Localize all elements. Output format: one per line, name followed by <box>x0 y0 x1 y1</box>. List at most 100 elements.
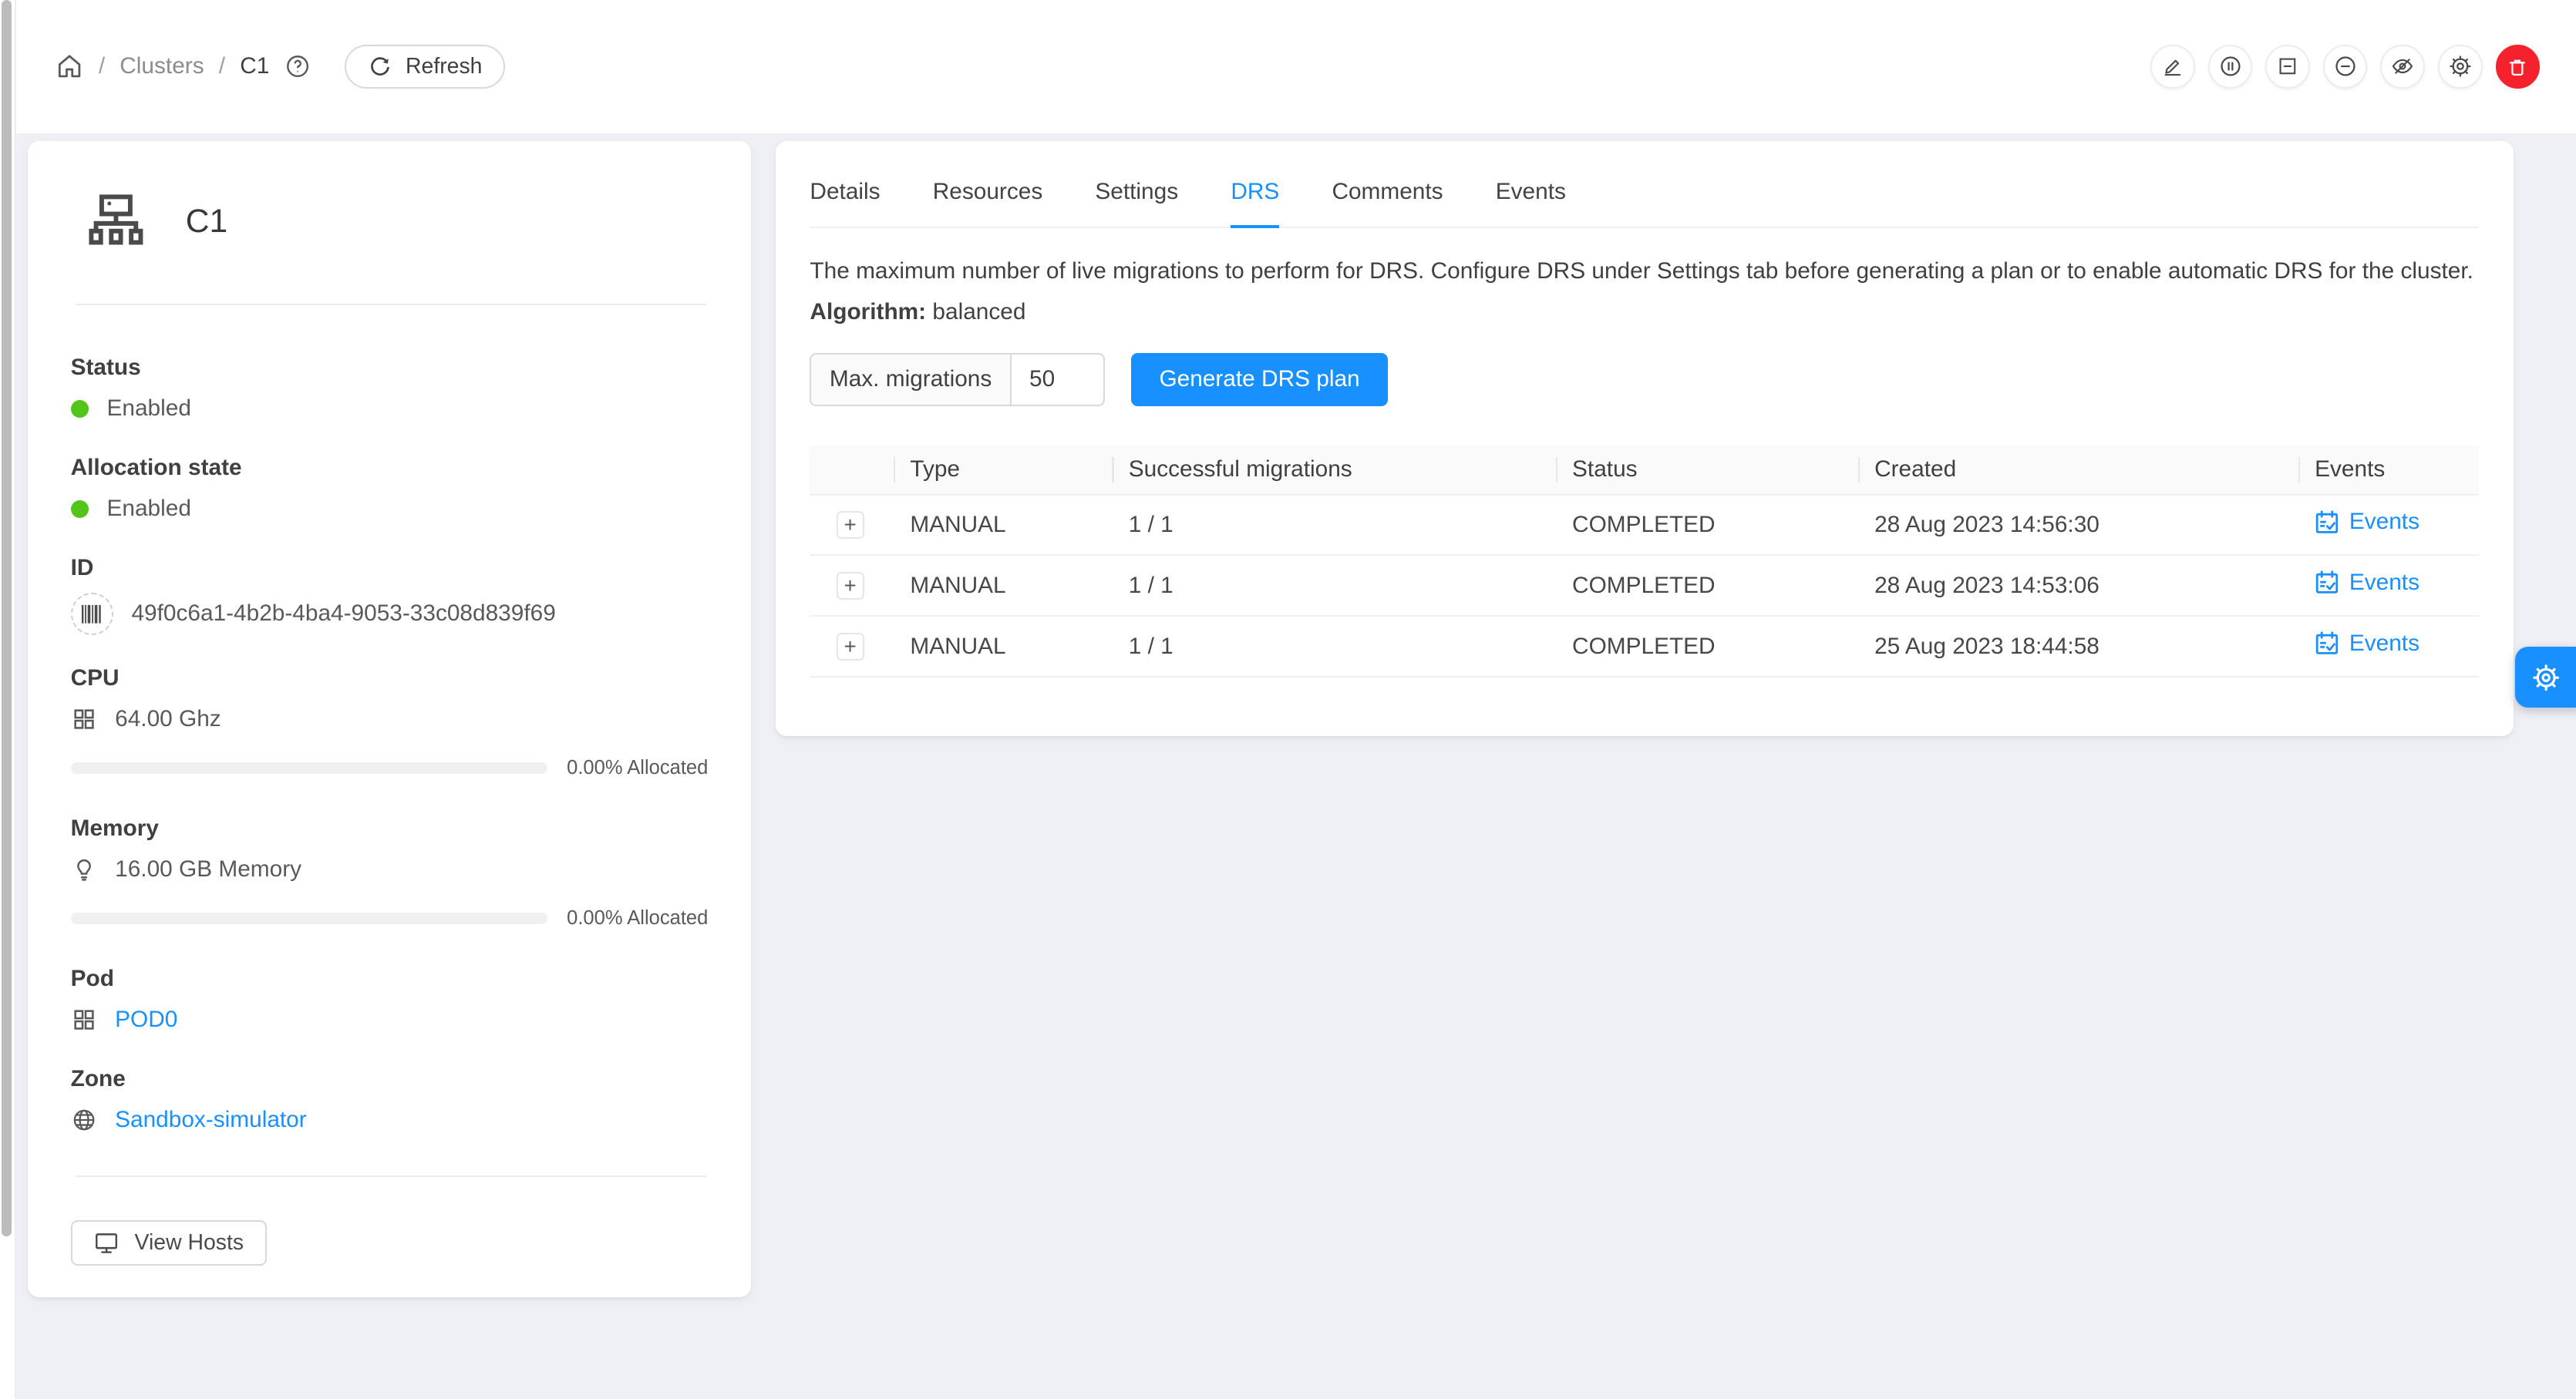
memory-progress-bar <box>71 913 547 924</box>
cell-created: 28 Aug 2023 14:53:06 <box>1860 555 2300 616</box>
cell-status: COMPLETED <box>1557 495 1860 556</box>
row-events-link[interactable]: Events <box>2315 509 2419 535</box>
question-circle-icon[interactable] <box>285 53 311 79</box>
table-row: + MANUAL 1 / 1 COMPLETED 28 Aug 2023 14:… <box>810 495 2479 556</box>
allocation-state-section: Allocation state Enabled <box>71 455 709 526</box>
view-hosts-button[interactable]: View Hosts <box>71 1220 267 1266</box>
zone-section: Zone Sandbox-simulator <box>71 1066 709 1137</box>
tab-bar: Details Resources Settings DRS Comments … <box>810 167 2479 228</box>
expand-row-button[interactable]: + <box>837 572 864 600</box>
view-hosts-label: View Hosts <box>135 1230 244 1256</box>
memory-value: 16.00 GB Memory <box>115 856 301 883</box>
monitor-icon <box>93 1229 120 1256</box>
unmanage-button[interactable] <box>2265 45 2310 89</box>
table-row: + MANUAL 1 / 1 COMPLETED 28 Aug 2023 14:… <box>810 555 2479 616</box>
page-header: / Clusters / C1 Refresh <box>16 0 2576 133</box>
grid-icon <box>71 1007 97 1033</box>
memory-section: Memory 16.00 GB Memory 0.00% Allocated <box>71 816 709 930</box>
trash-icon <box>2506 55 2529 78</box>
gear-icon <box>2531 663 2561 692</box>
cell-type: MANUAL <box>895 616 1113 677</box>
drs-algorithm: Algorithm: balanced <box>810 299 2479 325</box>
tab-drs[interactable]: DRS <box>1231 167 1279 227</box>
breadcrumb-clusters[interactable]: Clusters <box>120 53 204 79</box>
col-expand <box>810 446 895 495</box>
table-row: + MANUAL 1 / 1 COMPLETED 25 Aug 2023 18:… <box>810 616 2479 677</box>
id-section: ID 49f0c6a1-4b2b-4ba4-9053-33c08d839f69 <box>71 555 709 635</box>
algorithm-label: Algorithm: <box>810 299 926 325</box>
max-migrations-input[interactable] <box>1010 353 1106 405</box>
refresh-icon <box>368 54 392 79</box>
pause-button[interactable] <box>2208 45 2253 89</box>
drs-controls: Max. migrations Generate DRS plan <box>810 353 2479 405</box>
breadcrumb-current: C1 <box>240 53 269 79</box>
id-value: 49f0c6a1-4b2b-4ba4-9053-33c08d839f69 <box>131 600 555 627</box>
scrollbar-thumb[interactable] <box>2 0 12 1236</box>
pod-link[interactable]: POD0 <box>115 1007 177 1033</box>
breadcrumb: / Clusters / C1 Refresh <box>56 45 505 89</box>
cell-created: 28 Aug 2023 14:56:30 <box>1860 495 2300 556</box>
col-type: Type <box>895 446 1113 495</box>
circle-minus-icon <box>2333 54 2358 79</box>
cell-status: COMPLETED <box>1557 555 1860 616</box>
events-link-label: Events <box>2349 631 2419 657</box>
drs-plan-table: Type Successful migrations Status Create… <box>810 446 2479 678</box>
cell-status: COMPLETED <box>1557 616 1860 677</box>
cell-created: 25 Aug 2023 18:44:58 <box>1860 616 2300 677</box>
cpu-section: CPU 64.00 Ghz 0.00% Allocated <box>71 665 709 779</box>
row-events-link[interactable]: Events <box>2315 631 2419 657</box>
cpu-allocated: 0.00% Allocated <box>567 757 708 779</box>
status-dot <box>71 400 89 418</box>
divider <box>76 304 706 305</box>
tab-comments[interactable]: Comments <box>1332 167 1443 227</box>
home-icon[interactable] <box>56 52 83 80</box>
row-events-link[interactable]: Events <box>2315 570 2419 596</box>
cpu-progress-bar <box>71 762 547 774</box>
bulb-icon <box>71 856 97 883</box>
refresh-label: Refresh <box>406 54 482 79</box>
col-events: Events <box>2300 446 2479 495</box>
square-minus-icon <box>2276 55 2299 78</box>
cell-migrations: 1 / 1 <box>1114 555 1557 616</box>
memory-allocated: 0.00% Allocated <box>567 907 708 930</box>
header-actions <box>2150 45 2540 89</box>
status-label: Status <box>71 355 709 381</box>
cluster-icon <box>86 191 146 252</box>
tab-details[interactable]: Details <box>810 167 880 227</box>
expand-row-button[interactable]: + <box>837 511 864 539</box>
grid-icon <box>71 706 97 732</box>
disable-button[interactable] <box>2323 45 2368 89</box>
tab-settings[interactable]: Settings <box>1095 167 1178 227</box>
divider <box>76 1175 706 1177</box>
breadcrumb-separator: / <box>219 53 225 79</box>
memory-label: Memory <box>71 816 709 842</box>
edit-button[interactable] <box>2150 45 2195 89</box>
pause-circle-icon <box>2218 54 2243 79</box>
drs-description: The maximum number of live migrations to… <box>810 254 2479 288</box>
pod-section: Pod POD0 <box>71 966 709 1037</box>
cluster-info-card: C1 Status Enabled Allocation state Enabl… <box>28 141 751 1297</box>
eye-invisible-icon <box>2390 54 2415 79</box>
delete-button[interactable] <box>2496 45 2541 89</box>
tab-events[interactable]: Events <box>1496 167 1566 227</box>
edit-icon <box>2161 55 2184 78</box>
generate-drs-plan-button[interactable]: Generate DRS plan <box>1131 353 1388 405</box>
cluster-detail-card: Details Resources Settings DRS Comments … <box>776 141 2514 735</box>
cpu-label: CPU <box>71 665 709 691</box>
status-section: Status Enabled <box>71 355 709 425</box>
tab-resources[interactable]: Resources <box>933 167 1043 227</box>
globe-icon <box>71 1107 97 1133</box>
cluster-detail-page: / Clusters / C1 Refresh <box>0 0 2576 1399</box>
refresh-button[interactable]: Refresh <box>345 45 505 89</box>
expand-row-button[interactable]: + <box>837 633 864 661</box>
col-status: Status <box>1557 446 1860 495</box>
calendar-check-icon <box>2315 570 2339 595</box>
floating-settings-button[interactable] <box>2515 647 2576 708</box>
hide-button[interactable] <box>2380 45 2425 89</box>
settings-button[interactable] <box>2438 45 2483 89</box>
cluster-title-row: C1 <box>86 190 709 253</box>
left-scrollbar[interactable] <box>0 0 16 1399</box>
id-label: ID <box>71 555 709 581</box>
calendar-check-icon <box>2315 631 2339 656</box>
zone-link[interactable]: Sandbox-simulator <box>115 1107 307 1133</box>
